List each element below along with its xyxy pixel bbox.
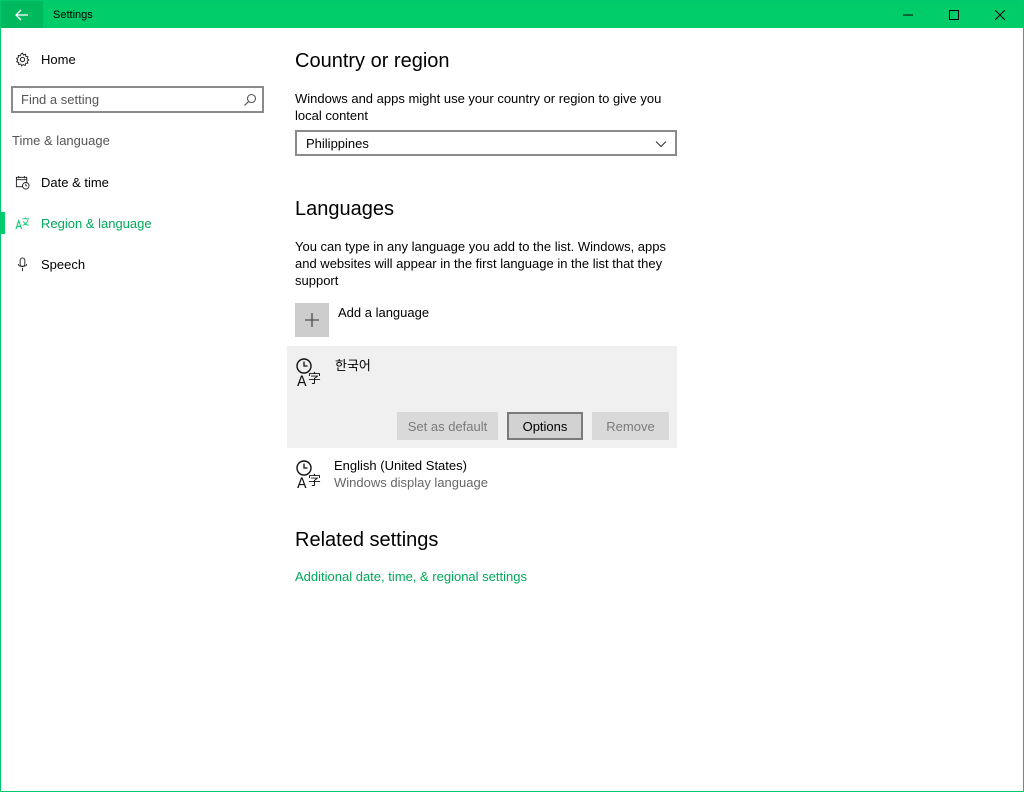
language-subtitle: Windows display language: [334, 475, 488, 490]
window-title: Settings: [53, 8, 93, 21]
languages-description: You can type in any language you add to …: [295, 239, 666, 288]
maximize-icon: [949, 9, 959, 20]
close-icon: [995, 9, 1005, 20]
options-button[interactable]: Options: [507, 412, 583, 440]
title-bar: Settings: [1, 1, 1023, 28]
language-pack-icon: A 字: [296, 358, 321, 388]
add-language-label: Add a language: [338, 305, 430, 320]
related-heading: Related settings: [295, 529, 439, 551]
set-default-button[interactable]: Set as default: [397, 412, 498, 440]
settings-window: Settings Home Find a setting Time & lang…: [0, 0, 1024, 792]
search-input[interactable]: [13, 88, 228, 111]
sidebar-item-date-time[interactable]: Date & time: [1, 162, 279, 202]
language-name: English (United States): [334, 458, 467, 473]
language-item[interactable]: A 字 English (United States) Windows disp…: [287, 448, 677, 498]
minimize-button[interactable]: [885, 1, 931, 28]
remove-button[interactable]: Remove: [592, 412, 669, 440]
gear-icon: [14, 51, 30, 67]
active-indicator: [1, 212, 5, 234]
search-box[interactable]: [11, 86, 264, 113]
caption-buttons: [885, 1, 1023, 28]
svg-text:A: A: [297, 476, 307, 490]
svg-text:字: 字: [308, 372, 321, 387]
close-button[interactable]: [977, 1, 1023, 28]
language-pack-icon: A 字: [296, 460, 321, 490]
sidebar-group-label: Time & language: [12, 133, 110, 148]
country-heading: Country or region: [295, 50, 450, 72]
chevron-down-icon: [655, 141, 667, 148]
back-button[interactable]: [1, 1, 43, 28]
sidebar-item-region-language[interactable]: Region & language: [1, 203, 279, 243]
search-icon[interactable]: [242, 92, 258, 108]
sidebar-item-label: Region & language: [41, 215, 152, 231]
country-selected-value: Philippines: [306, 135, 369, 151]
svg-text:A: A: [297, 374, 307, 388]
back-arrow-icon: [15, 9, 28, 20]
country-description: Windows and apps might use your country …: [295, 91, 662, 123]
language-name: 한국어: [335, 358, 371, 373]
svg-text:字: 字: [308, 474, 321, 489]
sidebar-item-speech[interactable]: Speech: [1, 244, 279, 284]
languages-heading: Languages: [295, 198, 394, 220]
language-item-selected[interactable]: A 字 한국어 Set as default Options Remove: [287, 346, 677, 448]
sidebar-item-home[interactable]: Home: [1, 39, 279, 79]
country-dropdown[interactable]: Philippines: [295, 130, 677, 156]
sidebar-item-label: Home: [41, 51, 76, 67]
sidebar: Home Time & language Date & time: [1, 28, 279, 791]
plus-icon: [305, 313, 319, 327]
add-language-button[interactable]: Add a language: [295, 303, 429, 337]
sidebar-item-label: Speech: [41, 256, 86, 272]
add-box: [295, 303, 329, 337]
sidebar-item-label: Date & time: [41, 174, 109, 190]
region-language-icon: [14, 215, 30, 231]
calendar-clock-icon: [14, 174, 30, 190]
microphone-icon: [14, 256, 30, 272]
maximize-button[interactable]: [931, 1, 977, 28]
additional-settings-link[interactable]: Additional date, time, & regional settin…: [295, 569, 527, 584]
minimize-icon: [903, 14, 913, 15]
